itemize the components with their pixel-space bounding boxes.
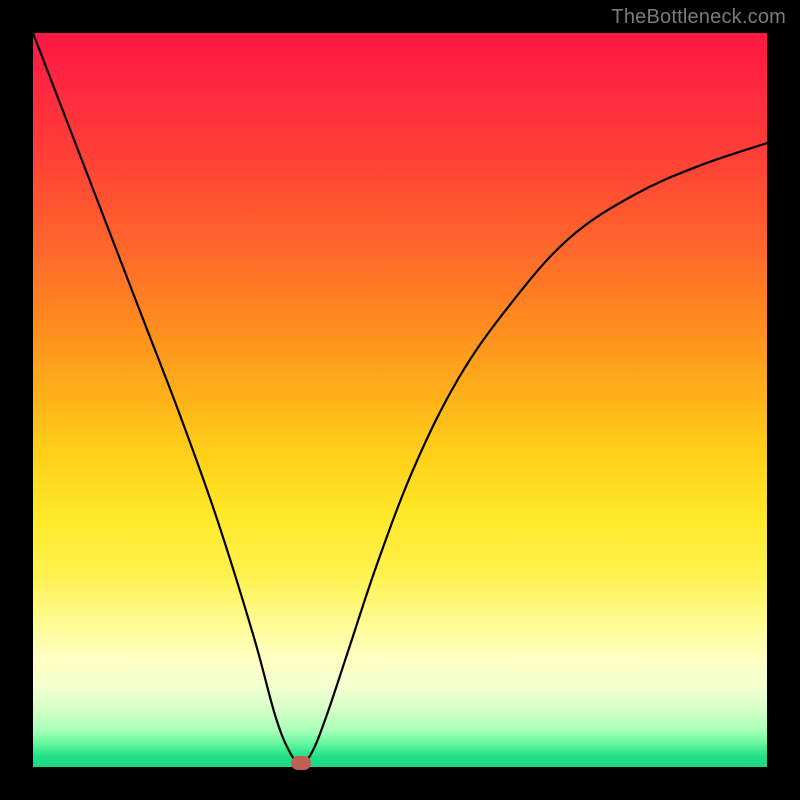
- minimum-marker: [291, 756, 311, 770]
- chart-frame: TheBottleneck.com: [0, 0, 800, 800]
- bottleneck-curve: [33, 33, 767, 767]
- plot-area: [33, 33, 767, 767]
- watermark-text: TheBottleneck.com: [611, 6, 786, 29]
